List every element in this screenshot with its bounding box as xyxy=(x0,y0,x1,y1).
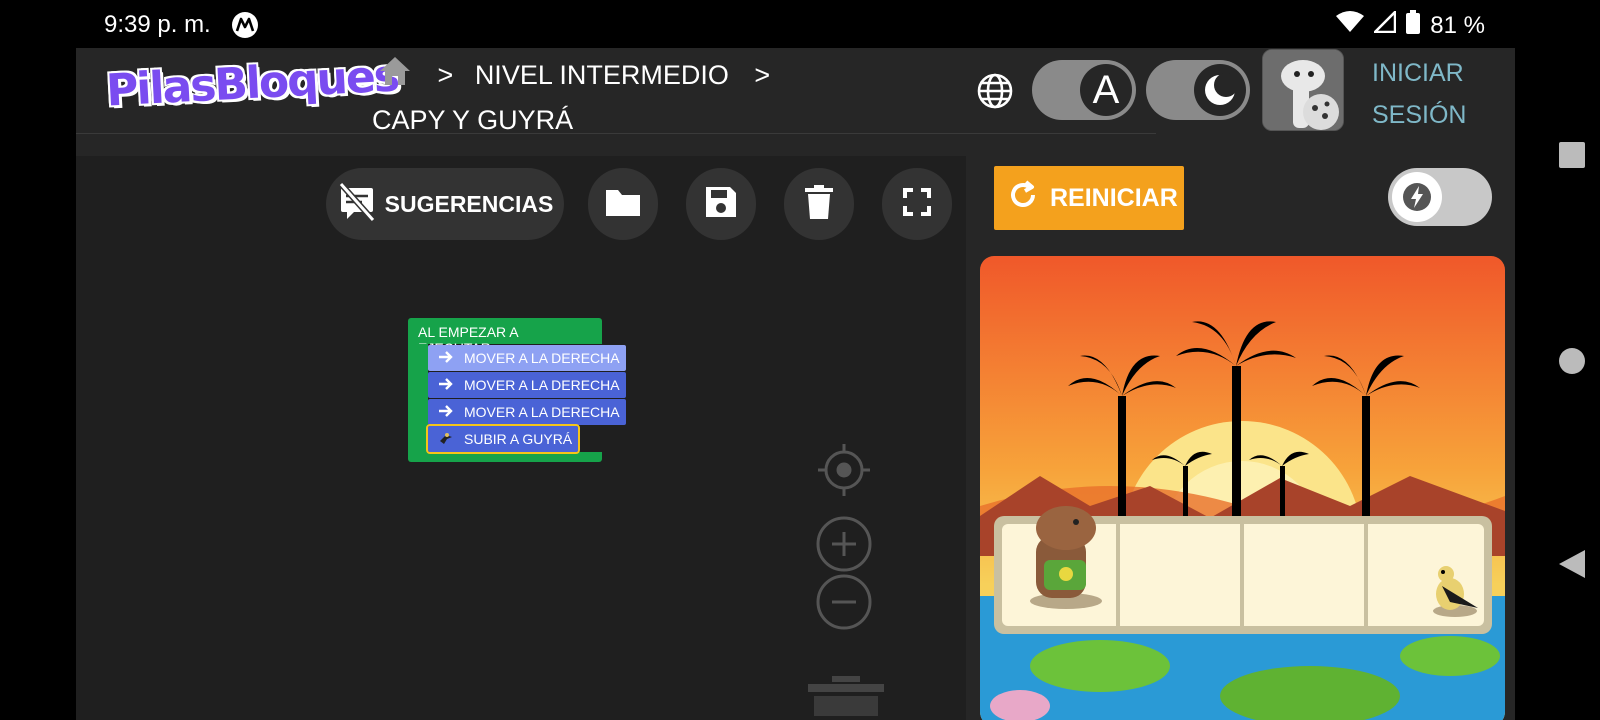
arrow-right-icon xyxy=(438,404,454,421)
dark-mode-toggle[interactable] xyxy=(1146,60,1250,120)
block-label: MOVER A LA DERECHA xyxy=(464,404,620,420)
start-block-arm xyxy=(408,344,428,456)
zoom-out-icon[interactable] xyxy=(816,574,872,635)
arrow-right-icon xyxy=(438,377,454,394)
suggestions-label: SUGERENCIAS xyxy=(384,190,554,217)
home-icon[interactable] xyxy=(378,55,412,99)
zoom-in-icon[interactable] xyxy=(816,516,872,577)
block-label: MOVER A LA DERECHA xyxy=(464,377,620,393)
recenter-icon[interactable] xyxy=(816,442,872,503)
contrast-toggle-knob: A xyxy=(1080,64,1132,116)
open-button[interactable] xyxy=(588,168,658,240)
start-block-foot xyxy=(408,452,602,462)
moon-icon xyxy=(1194,64,1246,116)
android-nav-bar xyxy=(1515,0,1600,720)
login-line-2: SESIÓN xyxy=(1372,101,1467,129)
motorola-icon xyxy=(232,12,258,38)
login-line-1: INICIAR xyxy=(1372,59,1464,87)
fullscreen-icon xyxy=(903,187,931,221)
bird-icon xyxy=(438,431,454,448)
suggestions-button[interactable]: SUGERENCIAS xyxy=(326,168,564,240)
battery-level: 81 % xyxy=(1430,11,1485,39)
pilasbloques-logo[interactable]: PilasBloques xyxy=(105,50,399,116)
trash-icon xyxy=(805,184,833,224)
status-bar: 9:39 p. m. 81 % xyxy=(0,0,1515,48)
reset-button[interactable]: REINICIAR xyxy=(994,166,1184,230)
breadcrumb-separator: > xyxy=(754,60,771,90)
recents-icon[interactable] xyxy=(1559,142,1585,173)
breadcrumb-separator: > xyxy=(437,60,454,90)
speech-off-icon xyxy=(337,181,377,227)
start-block[interactable]: AL EMPEZAR A EJECUTAR xyxy=(408,318,602,356)
turbo-mode-toggle[interactable] xyxy=(1388,168,1492,226)
back-icon[interactable] xyxy=(1559,550,1585,583)
move-right-block[interactable]: MOVER A LA DERECHA xyxy=(428,345,626,371)
app-header: PilasBloques > NIVEL INTERMEDIO > CAPY Y… xyxy=(76,48,1515,135)
blockly-workspace[interactable]: SUGERENCIAS AL EMPEZAR A EJECUTAR xyxy=(76,156,966,720)
move-right-block[interactable]: MOVER A LA DERECHA xyxy=(428,399,626,425)
save-button[interactable] xyxy=(686,168,756,240)
move-right-block[interactable]: MOVER A LA DERECHA xyxy=(428,372,626,398)
save-icon xyxy=(704,185,738,224)
arrow-right-icon xyxy=(438,350,454,367)
home-nav-icon[interactable] xyxy=(1559,348,1585,379)
header-divider xyxy=(76,128,1156,134)
delete-button[interactable] xyxy=(784,168,854,240)
block-label: SUBIR A GUYRÁ xyxy=(464,431,573,447)
breadcrumb-challenge: CAPY Y GUYRÁ xyxy=(372,104,574,135)
wifi-icon xyxy=(1336,11,1365,40)
fullscreen-button[interactable] xyxy=(882,168,952,240)
signal-icon xyxy=(1372,8,1397,40)
battery-icon xyxy=(1406,10,1421,41)
trashcan-icon[interactable] xyxy=(808,676,884,720)
pilas-bloques-app: PilasBloques > NIVEL INTERMEDIO > CAPY Y… xyxy=(76,48,1515,720)
reset-label: REINICIAR xyxy=(1050,183,1178,212)
climb-guyra-block[interactable]: SUBIR A GUYRÁ xyxy=(426,424,580,454)
refresh-icon xyxy=(1008,179,1038,217)
block-label: MOVER A LA DERECHA xyxy=(464,350,620,366)
avatar[interactable] xyxy=(1262,49,1344,131)
game-scene xyxy=(980,256,1505,720)
login-link[interactable]: INICIAR SESIÓN xyxy=(1372,52,1466,136)
breadcrumb-level-link[interactable]: NIVEL INTERMEDIO xyxy=(475,60,729,90)
status-time: 9:39 p. m. xyxy=(104,11,211,38)
folder-icon xyxy=(604,186,642,223)
lightning-icon xyxy=(1392,172,1442,222)
globe-icon[interactable] xyxy=(976,72,1014,115)
contrast-toggle[interactable]: A xyxy=(1032,60,1136,120)
status-icons: 81 % xyxy=(1336,8,1485,41)
